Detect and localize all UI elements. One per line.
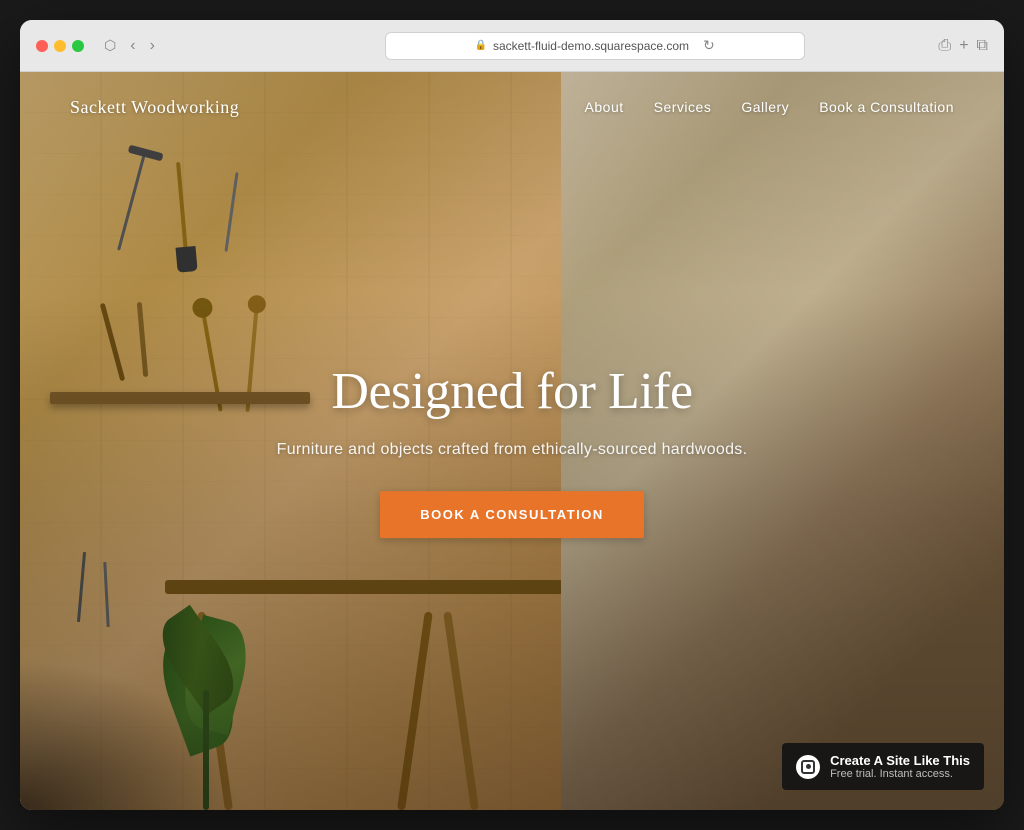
url-text: sackett-fluid-demo.squarespace.com — [493, 39, 689, 53]
reload-icon[interactable]: ↻ — [703, 37, 715, 54]
squarespace-logo-inner — [801, 760, 815, 774]
nav-links: About Services Gallery Book a Consultati… — [585, 99, 954, 115]
browser-chrome: ⬡ ‹ › 🔒 sackett-fluid-demo.squarespace.c… — [20, 20, 1004, 72]
squarespace-logo-dot — [806, 764, 811, 769]
nav-item-services[interactable]: Services — [654, 99, 712, 115]
nav-item-book[interactable]: Book a Consultation — [819, 99, 954, 115]
browser-window: ⬡ ‹ › 🔒 sackett-fluid-demo.squarespace.c… — [20, 20, 1004, 810]
site-logo[interactable]: Sackett Woodworking — [70, 97, 239, 118]
close-button[interactable] — [36, 40, 48, 52]
maximize-button[interactable] — [72, 40, 84, 52]
website: Sackett Woodworking About Services Galle… — [20, 72, 1004, 810]
hero-subtitle: Furniture and objects crafted from ethic… — [212, 442, 812, 460]
address-bar[interactable]: 🔒 sackett-fluid-demo.squarespace.com ↻ — [385, 32, 805, 60]
hero-cta-button[interactable]: Book a Consultation — [380, 492, 644, 539]
traffic-lights — [36, 40, 84, 52]
squarespace-text: Create A Site Like This Free trial. Inst… — [830, 753, 970, 780]
squarespace-badge[interactable]: Create A Site Like This Free trial. Inst… — [782, 743, 984, 790]
hero-content: Designed for Life Furniture and objects … — [212, 361, 812, 538]
nav-item-about[interactable]: About — [585, 99, 624, 115]
nav-item-gallery[interactable]: Gallery — [741, 99, 789, 115]
lock-icon: 🔒 — [475, 40, 487, 51]
share-icon[interactable]: ⎙ — [938, 37, 951, 55]
squarespace-subtitle: Free trial. Instant access. — [830, 768, 970, 780]
back-arrow[interactable]: ‹ — [126, 35, 139, 57]
new-tab-icon[interactable]: + — [959, 37, 968, 55]
browser-actions: ⎙ + ⧉ — [938, 37, 988, 55]
hero-title: Designed for Life — [212, 361, 812, 423]
minimize-button[interactable] — [54, 40, 66, 52]
forward-arrow[interactable]: › — [146, 35, 159, 57]
back-button[interactable]: ⬡ — [100, 35, 120, 56]
browser-controls: ⬡ ‹ › — [100, 35, 159, 57]
tabs-icon[interactable]: ⧉ — [977, 37, 988, 55]
squarespace-title: Create A Site Like This — [830, 753, 970, 768]
logo-text: Sackett Woodworking — [70, 97, 239, 117]
squarespace-logo — [796, 755, 820, 779]
navigation: Sackett Woodworking About Services Galle… — [20, 72, 1004, 142]
